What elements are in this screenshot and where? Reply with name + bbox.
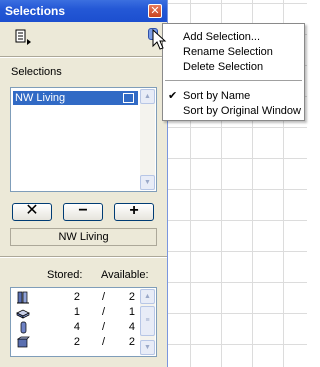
separator: / xyxy=(101,291,105,303)
table-row: 1 / 1 xyxy=(11,305,141,320)
wall-icon xyxy=(17,291,29,304)
stored-value: 4 xyxy=(73,321,80,333)
menu-item-sort-by-name[interactable]: Sort by Name xyxy=(183,89,250,103)
stored-column-header: Stored: xyxy=(47,269,83,281)
palette-title: Selections xyxy=(5,4,66,18)
palette-toolbar xyxy=(0,22,167,54)
list-item[interactable]: NW Living xyxy=(13,91,138,105)
object-icon xyxy=(16,336,30,348)
palette-titlebar[interactable]: Selections ✕ xyxy=(0,0,167,22)
remove-button[interactable]: ✕ xyxy=(12,203,52,221)
scroll-up-icon[interactable]: ▲ xyxy=(140,89,155,104)
menu-separator xyxy=(165,80,302,81)
available-value: 2 xyxy=(128,336,135,348)
separator: / xyxy=(101,306,105,318)
element-count-list[interactable]: 2 / 2 1 / 1 4 / 4 2 / 2 ▲ ≡ ▼ xyxy=(10,287,157,357)
stored-value: 2 xyxy=(73,291,80,303)
plus-button[interactable]: + xyxy=(114,203,154,221)
separator: / xyxy=(101,321,105,333)
stored-value: 1 xyxy=(73,306,80,318)
available-value: 4 xyxy=(128,321,135,333)
available-value: 2 xyxy=(128,291,135,303)
checkmark-icon: ✔ xyxy=(168,90,178,102)
menu-item-sort-by-original-window[interactable]: Sort by Original Window xyxy=(183,104,301,118)
minus-button[interactable]: − xyxy=(63,203,103,221)
menu-item-delete-selection[interactable]: Delete Selection xyxy=(183,60,263,74)
list-menu-icon[interactable] xyxy=(15,29,33,45)
stored-value: 2 xyxy=(73,336,80,348)
scroll-thumb[interactable]: ≡ xyxy=(140,306,155,336)
menu-item-rename-selection[interactable]: Rename Selection xyxy=(183,45,273,59)
selection-name-field: NW Living xyxy=(10,228,157,246)
element-list-scrollbar[interactable]: ▲ ≡ ▼ xyxy=(140,289,155,355)
close-button[interactable]: ✕ xyxy=(148,4,162,18)
divider xyxy=(0,256,167,258)
menu-item-add-selection[interactable]: Add Selection... xyxy=(183,30,260,44)
separator: / xyxy=(101,336,105,348)
available-column-header: Available: xyxy=(101,269,149,281)
scroll-up-icon[interactable]: ▲ xyxy=(140,289,155,304)
selections-palette: Selections ✕ Selections NW Living ▲ ▼ ✕ … xyxy=(0,0,168,367)
scroll-down-icon[interactable]: ▼ xyxy=(140,175,155,190)
available-value: 1 xyxy=(128,306,135,318)
slab-icon xyxy=(16,309,30,319)
options-context-menu: Add Selection... Rename Selection Delete… xyxy=(162,23,305,121)
table-row: 2 / 2 xyxy=(11,290,141,305)
selections-scrollbar[interactable]: ▲ ▼ xyxy=(140,89,155,190)
mouse-cursor-icon xyxy=(152,29,167,50)
table-row: 4 / 4 xyxy=(11,320,141,335)
selection-grid-icon xyxy=(123,93,134,103)
selections-list[interactable]: NW Living ▲ ▼ xyxy=(10,87,157,192)
table-row: 2 / 2 xyxy=(11,335,141,350)
selections-label: Selections xyxy=(11,66,62,78)
column-icon xyxy=(20,321,27,334)
list-item-label: NW Living xyxy=(15,92,66,104)
scroll-down-icon[interactable]: ▼ xyxy=(140,340,155,355)
divider xyxy=(0,56,167,58)
